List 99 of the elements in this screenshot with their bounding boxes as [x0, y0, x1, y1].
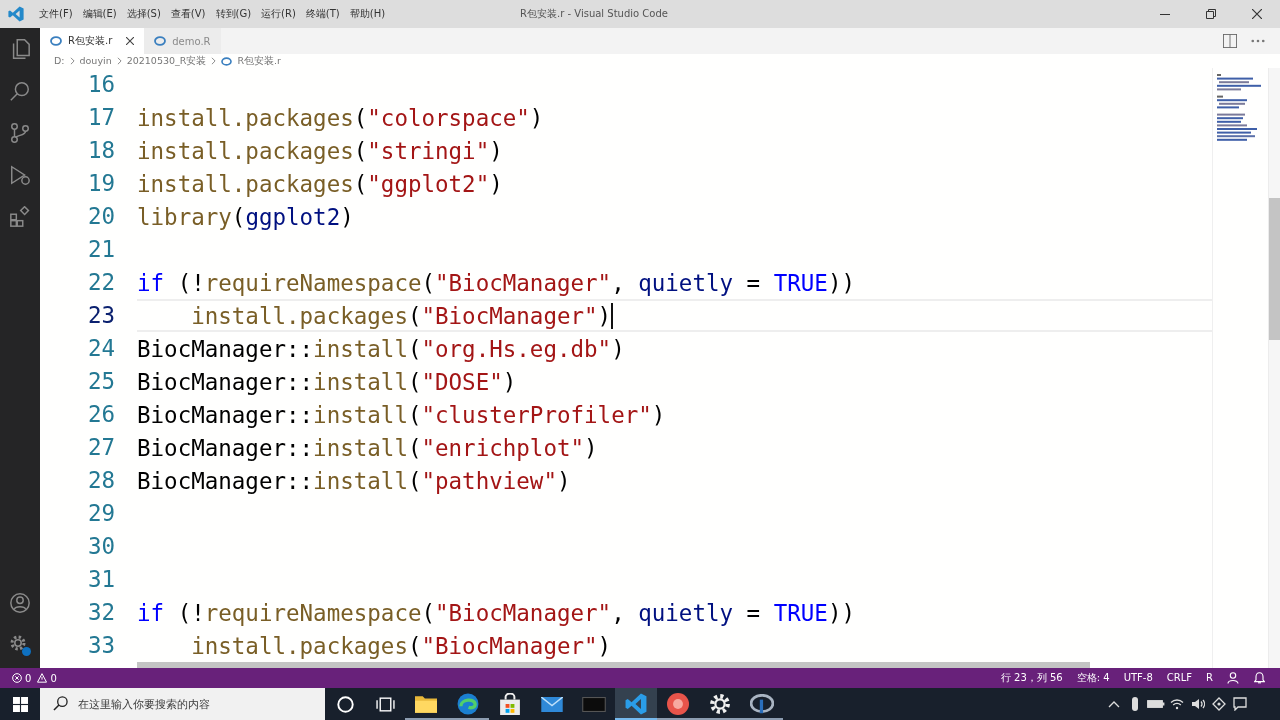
line-number: 23: [86, 301, 115, 330]
person-icon[interactable]: [9, 592, 31, 614]
search-icon[interactable]: [9, 80, 31, 102]
code-line: install.packages("colorspace"): [137, 104, 544, 131]
chevron-up-icon[interactable]: [1107, 700, 1120, 708]
line-number: 29: [86, 499, 115, 528]
line-number: 17: [86, 103, 115, 132]
speaker-icon[interactable]: [1190, 698, 1205, 710]
code-line: BiocManager::install("clusterProfiler"): [137, 401, 666, 428]
line-number: 31: [86, 565, 115, 594]
line-number: 18: [86, 136, 115, 165]
line-number: 28: [86, 466, 115, 495]
shopping-bag-icon: [500, 693, 520, 715]
status-item[interactable]: 空格: 4: [1069, 668, 1117, 688]
line-number: 22: [86, 268, 115, 297]
code-line: BiocManager::install("pathview"): [137, 467, 571, 494]
ball-icon: [667, 693, 689, 715]
line-number: 21: [86, 235, 115, 264]
gear-icon: [709, 693, 731, 715]
code-line: install.packages("BiocManager"): [191, 632, 612, 659]
code-line: install.packages("BiocManager"): [191, 302, 612, 329]
restore-icon[interactable]: [1206, 9, 1216, 19]
code-line: library(ggplot2): [137, 203, 354, 230]
ring-icon: [221, 56, 233, 66]
editor-tab[interactable]: R包安装.r: [40, 28, 145, 54]
minimize-icon[interactable]: [1160, 13, 1170, 15]
person-icon[interactable]: [1227, 672, 1239, 684]
code-line: BiocManager::install("org.Hs.eg.db"): [137, 335, 625, 362]
ring-icon: [750, 694, 774, 714]
play-icon[interactable]: [9, 164, 31, 186]
line-number: 24: [86, 334, 115, 363]
menu-item[interactable]: 转到(G): [210, 3, 257, 25]
menu-item[interactable]: 编辑(E): [77, 3, 122, 25]
menu-item[interactable]: 查看(V): [165, 3, 211, 25]
line-number: 25: [86, 367, 115, 396]
text-cursor: [611, 302, 614, 329]
code-line: if (!requireNamespace("BiocManager", quietly = TRUE)): [137, 599, 855, 626]
message-icon[interactable]: [1232, 697, 1247, 711]
blocks-icon[interactable]: [9, 206, 31, 228]
breadcrumb-item[interactable]: douyin: [79, 55, 112, 67]
ring-icon: [154, 36, 167, 46]
battery-icon[interactable]: [1146, 699, 1165, 709]
breadcrumb-item[interactable]: 20210530_R安装: [126, 55, 207, 67]
line-number: 33: [86, 631, 115, 660]
status-item[interactable]: R: [1199, 668, 1220, 688]
chevron-right-icon: [211, 57, 217, 65]
gear-icon[interactable]: [9, 634, 31, 656]
code-line: install.packages("ggplot2"): [137, 170, 503, 197]
menu-item[interactable]: 帮助(H): [344, 3, 391, 25]
scrollbar-thumb[interactable]: [137, 662, 1090, 668]
line-number: 26: [86, 400, 115, 429]
code-line: if (!requireNamespace("BiocManager", quietly = TRUE)): [137, 269, 855, 296]
bell-icon[interactable]: [1253, 672, 1265, 684]
diamond-icon[interactable]: [1211, 697, 1226, 711]
folder-icon: [415, 695, 437, 713]
code-line: install.packages("stringi"): [137, 137, 503, 164]
tiles-icon[interactable]: [12, 696, 28, 712]
close-icon[interactable]: [1252, 9, 1262, 19]
breadcrumb-item[interactable]: R包安装.r: [237, 55, 281, 67]
problems-button[interactable]: 0 0: [6, 668, 66, 688]
close-icon[interactable]: [126, 37, 135, 45]
status-item[interactable]: UTF-8: [1116, 668, 1160, 688]
more-icon[interactable]: [1251, 39, 1265, 43]
status-item[interactable]: 行 23，列 56: [993, 668, 1070, 688]
app-logo-icon: [8, 6, 24, 22]
line-number: 20: [86, 202, 115, 231]
line-number: 19: [86, 169, 115, 198]
terminal-icon: [582, 696, 606, 712]
chevron-right-icon: [116, 57, 122, 65]
line-number: 32: [86, 598, 115, 627]
status-item[interactable]: CRLF: [1159, 668, 1200, 688]
panels-icon[interactable]: [375, 696, 395, 712]
ring-icon: [50, 36, 62, 46]
envelope-icon: [541, 696, 563, 712]
line-number: 16: [86, 70, 115, 99]
pill-icon[interactable]: [1130, 696, 1139, 712]
warning-icon: [37, 673, 48, 683]
search-icon: [53, 696, 68, 711]
menu-item[interactable]: 文件(F): [34, 3, 78, 25]
line-number: 27: [86, 433, 115, 462]
line-number: 30: [86, 532, 115, 561]
scrollbar-thumb[interactable]: [1269, 198, 1280, 340]
circle-icon[interactable]: [336, 695, 354, 713]
menu-item[interactable]: 选择(S): [121, 3, 166, 25]
app-logo-icon: [625, 693, 647, 715]
split-editor-icon[interactable]: [1223, 34, 1237, 48]
menu-item[interactable]: 运行(R): [256, 3, 301, 25]
code-line: BiocManager::install("enrichplot"): [137, 434, 598, 461]
error-icon: [12, 673, 22, 683]
wifi-icon[interactable]: [1169, 698, 1184, 710]
swirl-icon: [457, 693, 479, 715]
minimap: [1217, 74, 1263, 142]
code-line: BiocManager::install("DOSE"): [137, 368, 517, 395]
branch-icon[interactable]: [9, 122, 31, 144]
chevron-right-icon: [69, 57, 75, 65]
breadcrumb-item[interactable]: D:: [54, 55, 65, 67]
window-title: R包安装.r - Visual Studio Code: [520, 7, 668, 21]
menu-item[interactable]: 终端(T): [300, 3, 345, 25]
search-field[interactable]: 在这里输入你要搜索的内容: [40, 688, 325, 720]
